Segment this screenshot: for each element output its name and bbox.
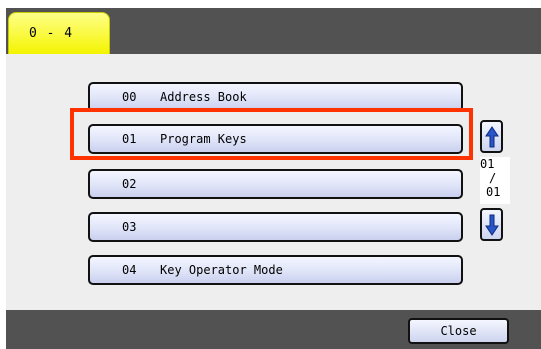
scroll-down-button[interactable] bbox=[480, 208, 503, 241]
menu-item-number: 03 bbox=[122, 220, 137, 234]
menu-item-03[interactable]: 03 bbox=[88, 212, 463, 242]
menu-item-number: 02 bbox=[122, 177, 137, 191]
selection-highlight bbox=[70, 108, 473, 160]
menu-item-02[interactable]: 02 bbox=[88, 169, 463, 199]
page-total: 01 bbox=[486, 185, 501, 199]
page-slash: / bbox=[489, 171, 497, 185]
tab-label: 0 - 4 bbox=[29, 26, 74, 41]
close-button-label: Close bbox=[440, 324, 477, 338]
tab-0-4[interactable]: 0 - 4 bbox=[8, 12, 110, 54]
menu-item-label: Address Book bbox=[160, 90, 247, 104]
scroll-up-button[interactable] bbox=[480, 120, 503, 153]
arrow-down-icon bbox=[485, 214, 499, 236]
arrow-up-icon bbox=[485, 126, 499, 148]
menu-item-key-operator-mode[interactable]: 04 Key Operator Mode bbox=[88, 255, 463, 285]
screen-panel: 0 - 4 00 Address Book 01 Program Keys 02… bbox=[0, 0, 541, 349]
menu-item-number: 00 bbox=[122, 90, 137, 104]
page-current: 01 bbox=[480, 157, 495, 171]
menu-item-number: 04 bbox=[122, 263, 137, 277]
close-button[interactable]: Close bbox=[408, 318, 509, 344]
menu-item-label: Key Operator Mode bbox=[160, 263, 283, 277]
